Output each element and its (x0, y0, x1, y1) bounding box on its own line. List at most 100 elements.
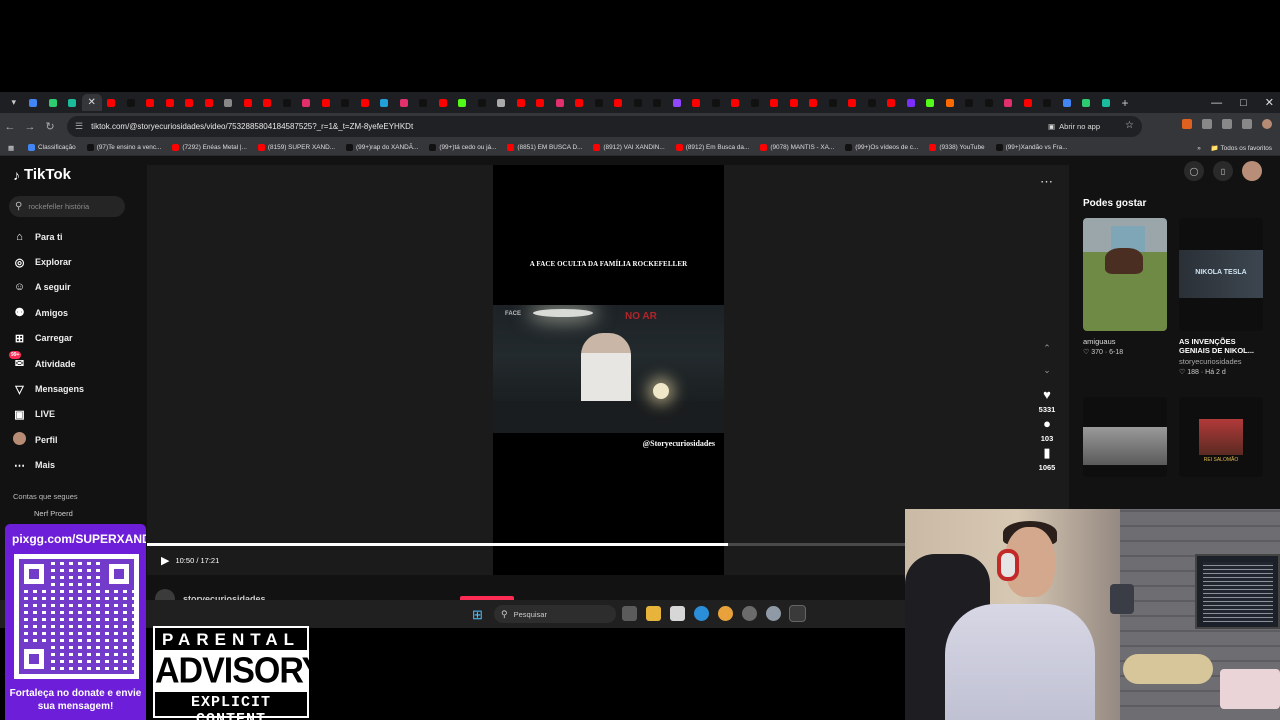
more-options-icon[interactable]: ⋯ (1040, 174, 1054, 190)
browser-tab[interactable] (160, 94, 180, 111)
suggestion-card[interactable] (1083, 397, 1167, 477)
video-frame[interactable]: A FACE OCULTA DA FAMÍLIA ROCKEFELLER FAC… (493, 165, 724, 575)
browser-tab[interactable] (667, 94, 687, 111)
browser-tab[interactable] (628, 94, 648, 111)
browser-tab[interactable] (804, 94, 824, 111)
browser-tab[interactable] (63, 94, 83, 111)
sidebar-item-explorar[interactable]: ◎ Explorar (13, 249, 143, 274)
play-icon[interactable]: ▶ (161, 554, 169, 567)
browser-tab[interactable] (453, 94, 473, 111)
maximize-icon[interactable]: □ (1240, 97, 1247, 109)
comment-button[interactable]: ● 103 (1041, 416, 1054, 443)
browser-tab[interactable] (921, 94, 941, 111)
like-button[interactable]: ♥ 5331 (1039, 387, 1056, 414)
browser-tab[interactable] (492, 94, 512, 111)
browser-tab[interactable] (687, 94, 707, 111)
suggestion-thumbnail[interactable] (1083, 218, 1167, 331)
browser-tab[interactable] (765, 94, 785, 111)
suggestion-thumbnail[interactable]: NIKOLA TESLA (1179, 218, 1263, 331)
browser-tab[interactable] (862, 94, 882, 111)
app-icon[interactable] (742, 606, 757, 621)
browser-tab[interactable] (433, 94, 453, 111)
sidebar-item-mensagens[interactable]: ▽ Mensagens (13, 376, 143, 401)
browser-tab[interactable] (979, 94, 999, 111)
browser-tab[interactable] (706, 94, 726, 111)
bookmark-item[interactable]: (97)Te ensino a venc... (86, 144, 161, 151)
browser-tab[interactable] (511, 94, 531, 111)
browser-tab[interactable]: ✕ (82, 94, 102, 111)
browser-tab[interactable] (570, 94, 590, 111)
save-button[interactable]: ▮ 1065 (1039, 445, 1056, 472)
browser-tab[interactable] (1018, 94, 1038, 111)
open-in-app-button[interactable]: ▣ Abrir no app (1048, 120, 1100, 133)
browser-tab[interactable] (121, 94, 141, 111)
tab-search-icon[interactable]: ▾ (4, 94, 24, 111)
browser-tab[interactable] (43, 94, 63, 111)
sidebar-item-live[interactable]: ▣ LIVE (13, 402, 143, 427)
download-icon[interactable] (1242, 119, 1252, 129)
sidebar-item-atividade[interactable]: ✉ 99+ Atividade (9, 351, 143, 376)
apps-grid-icon[interactable]: ▦ (8, 144, 14, 152)
browser-tab[interactable] (784, 94, 804, 111)
browser-tab[interactable] (1057, 94, 1077, 111)
browser-tab[interactable] (1038, 94, 1058, 111)
browser-tab[interactable] (297, 94, 317, 111)
close-icon[interactable]: ✕ (1265, 96, 1274, 109)
sidebar-item-mais[interactable]: ⋯ Mais (13, 453, 143, 478)
bookmark-item[interactable]: (9078) MANTIS - XA... (760, 144, 834, 151)
sidebar-item-carregar[interactable]: ⊞ Carregar (13, 326, 143, 351)
browser-tab[interactable] (1096, 94, 1116, 111)
browser-tab[interactable] (823, 94, 843, 111)
profile-avatar[interactable] (1262, 119, 1272, 129)
taskbar-search[interactable]: ⚲ Pesquisar (494, 605, 616, 623)
browser-tab[interactable] (882, 94, 902, 111)
bookmark-item[interactable]: (8912) Em Busca da... (675, 144, 749, 151)
browser-tab[interactable] (414, 94, 434, 111)
browser-tab[interactable] (180, 94, 200, 111)
forward-icon[interactable]: → (20, 121, 40, 133)
browser-tab[interactable] (648, 94, 668, 111)
browser-tab[interactable] (258, 94, 278, 111)
site-info-icon[interactable]: ☰ (75, 121, 83, 132)
all-bookmarks-folder[interactable]: 📁 Todos os favoritos (1211, 144, 1272, 152)
browser-tab[interactable] (219, 94, 239, 111)
browser-tab[interactable] (745, 94, 765, 111)
browser-tab[interactable] (472, 94, 492, 111)
chevron-down-icon[interactable]: ⌄ (1043, 365, 1051, 387)
suggestion-thumbnail[interactable]: REI SALOMÃO (1179, 397, 1263, 477)
search-input[interactable]: ⚲ rockefeller história (9, 196, 125, 217)
browser-tab[interactable] (141, 94, 161, 111)
bookmark-star-icon[interactable]: ☆ (1125, 120, 1134, 131)
bookmark-item[interactable]: (99+)Xandão vs Fra... (995, 144, 1068, 151)
browser-tab[interactable] (336, 94, 356, 111)
browser-tab[interactable] (550, 94, 570, 111)
close-icon[interactable]: ✕ (88, 97, 96, 108)
browser-tab[interactable] (238, 94, 258, 111)
back-icon[interactable]: ← (0, 121, 20, 133)
browser-tab[interactable] (102, 94, 122, 111)
sidebar-item-perfil[interactable]: Perfil (13, 427, 143, 452)
browser-tab[interactable] (277, 94, 297, 111)
suggestion-card[interactable]: REI SALOMÃO (1179, 397, 1263, 477)
suggestion-thumbnail[interactable] (1083, 397, 1167, 477)
browser-tab[interactable] (394, 94, 414, 111)
browser-tab[interactable] (1077, 94, 1097, 111)
bookmark-item[interactable]: (8912) VAI XANDIN... (593, 144, 665, 151)
suggestion-card[interactable]: NIKOLA TESLA AS INVENÇÕES GENIAIS DE NIK… (1179, 218, 1263, 376)
bookmark-item[interactable]: (9338) YouTube (929, 144, 985, 151)
bookmark-item[interactable]: (8851) EM BUSCA D... (507, 144, 582, 151)
file-explorer-icon[interactable] (646, 606, 661, 621)
browser-tab[interactable] (960, 94, 980, 111)
chevron-up-icon[interactable]: ⌃ (1043, 343, 1051, 365)
sidebar-item-para-ti[interactable]: ⌂ Para ti (13, 224, 143, 249)
reload-icon[interactable]: ↻ (40, 120, 60, 133)
extension-icon[interactable] (1182, 119, 1192, 129)
address-bar[interactable]: ☰ tiktok.com/@storyecuriosidades/video/7… (67, 116, 1142, 137)
steam-icon[interactable] (789, 605, 806, 622)
edge-icon[interactable] (694, 606, 709, 621)
browser-tab[interactable] (24, 94, 44, 111)
browser-tab[interactable] (589, 94, 609, 111)
compass-icon[interactable]: ◯ (1184, 161, 1204, 181)
browser-tab[interactable] (375, 94, 395, 111)
profile-avatar[interactable] (1242, 161, 1262, 181)
